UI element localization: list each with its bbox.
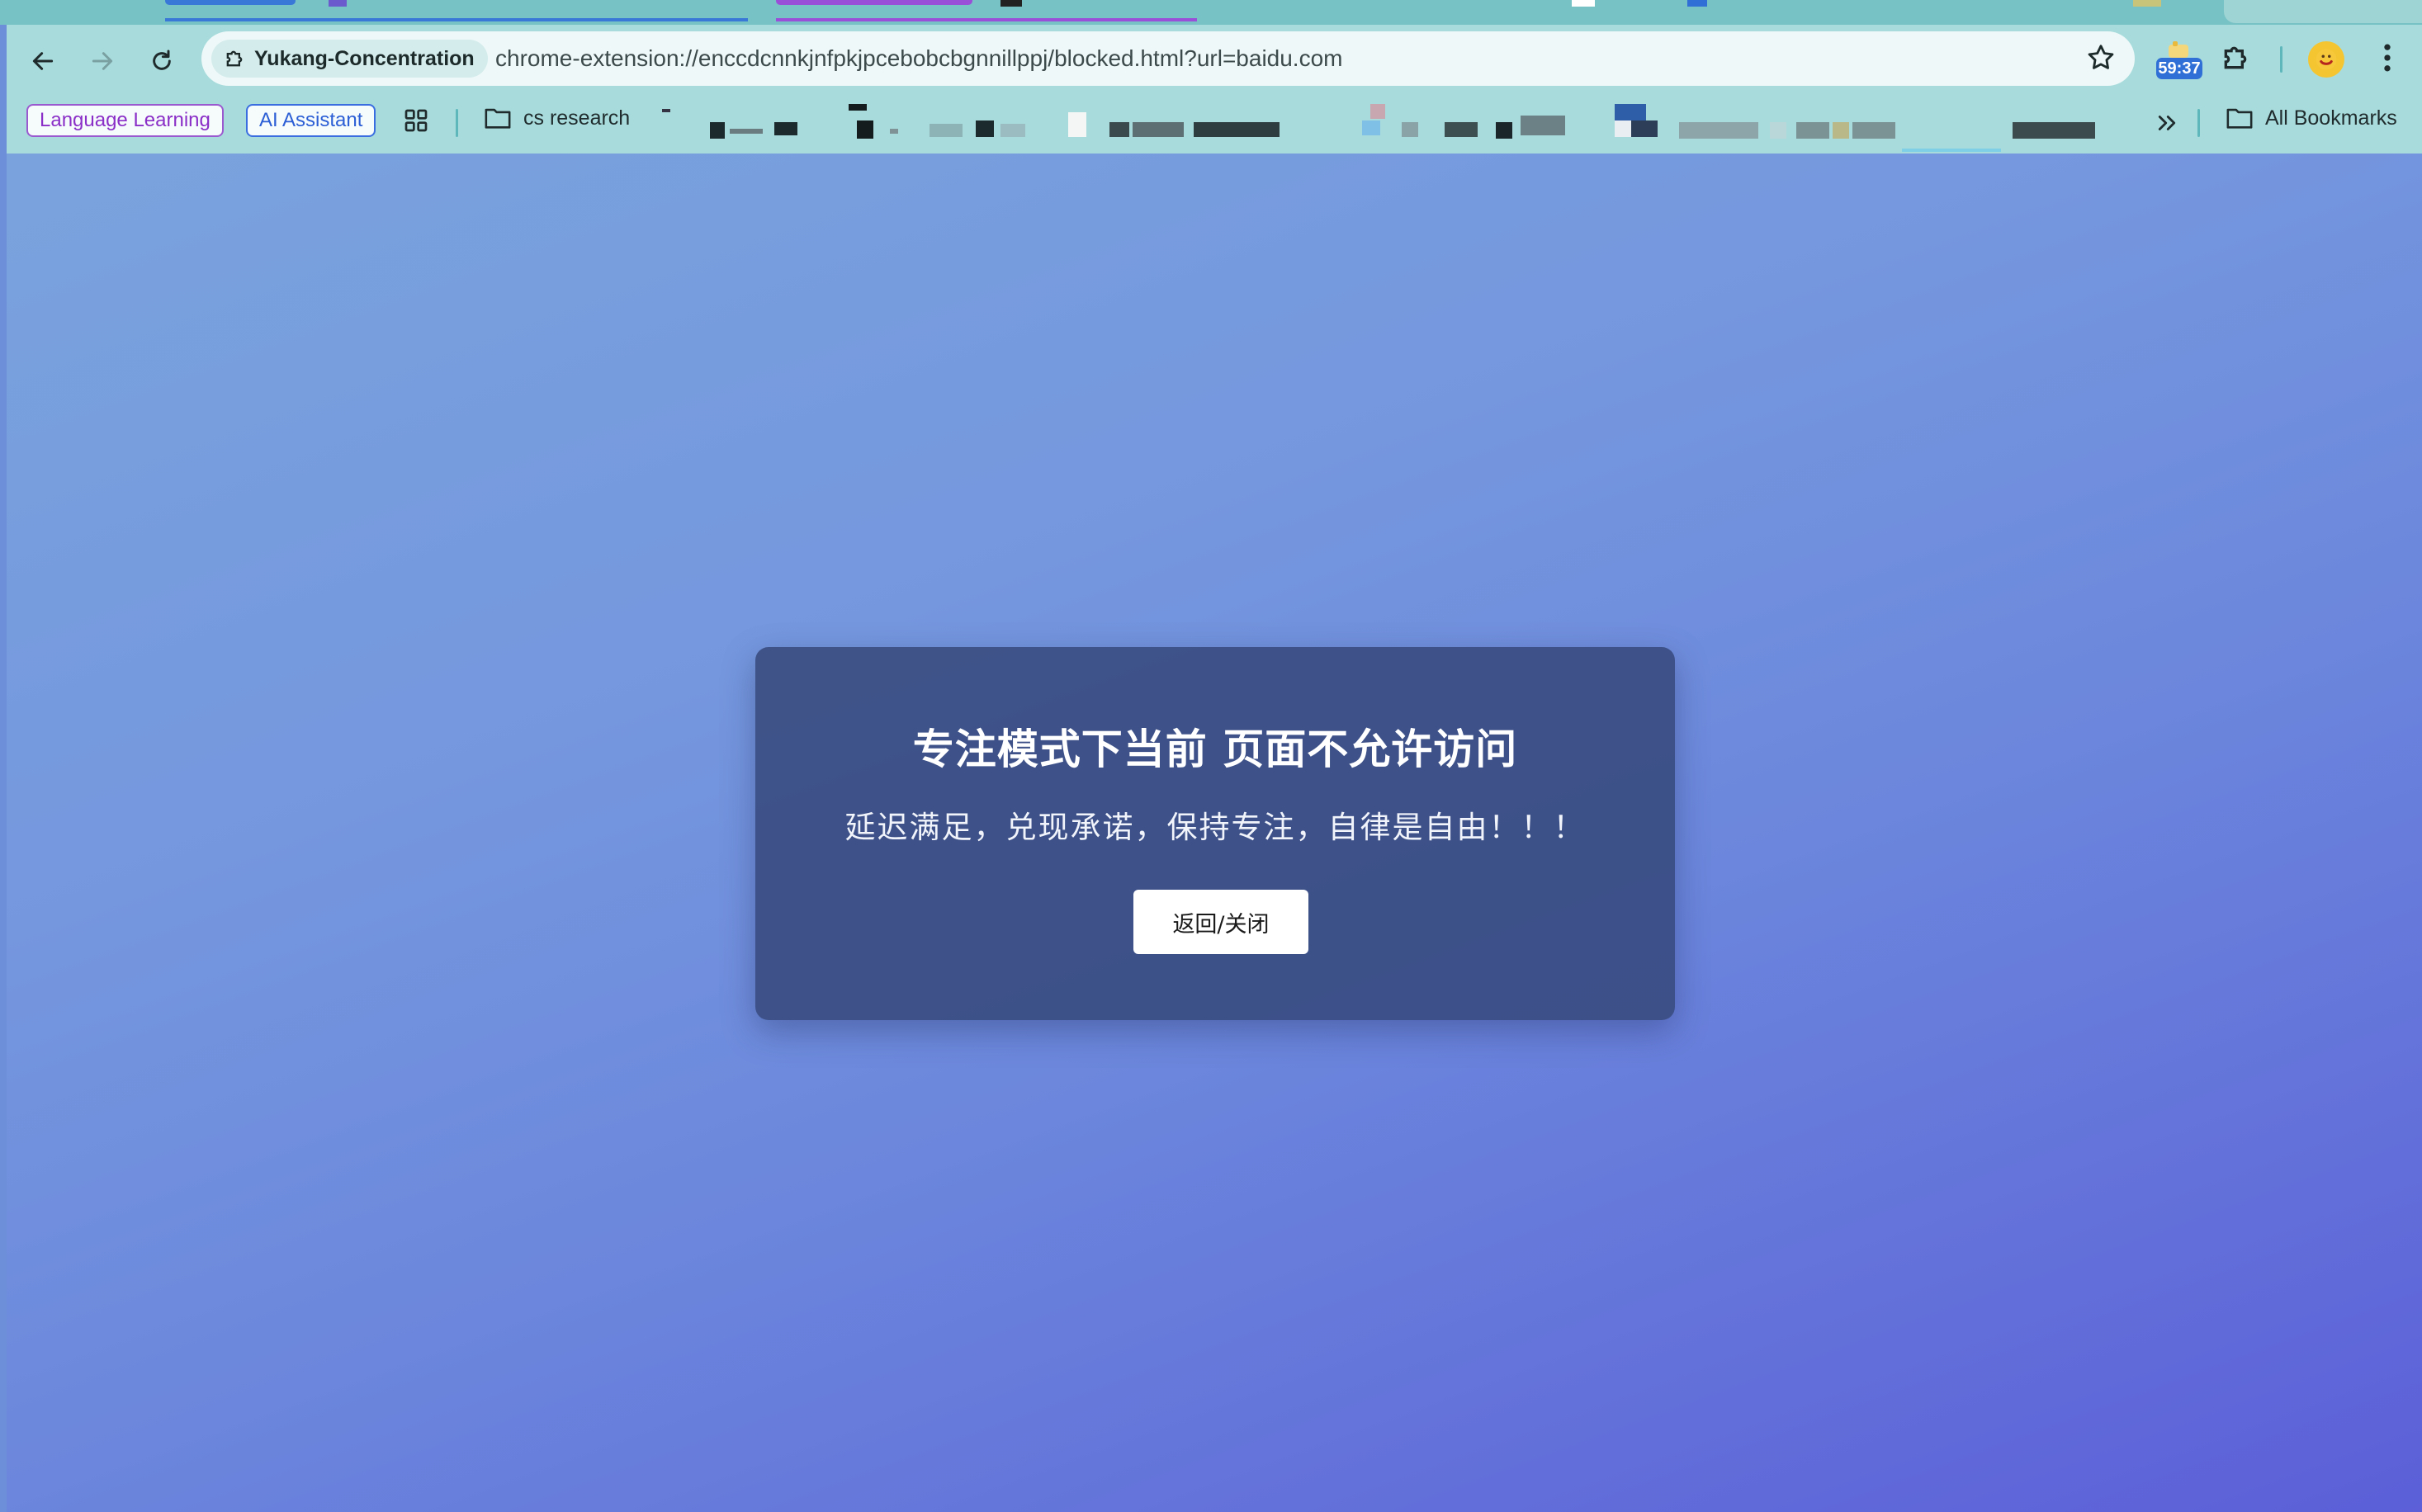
folder-icon [485,108,511,129]
tab-favicon [1000,0,1022,7]
site-chip-label: Yukang-Concentration [254,46,475,70]
folder-label: cs research [523,106,631,130]
all-bookmarks-button[interactable]: All Bookmarks [2226,106,2397,130]
bookmark-folder-cs-research[interactable]: cs research [484,106,630,130]
tab-group-underline-blue [165,18,748,21]
tab-favicon [2133,0,2161,7]
blur-block [2013,122,2095,139]
timer-badge: 59:37 [2156,58,2202,79]
focus-timer-extension[interactable]: 59:37 [2153,40,2202,84]
blur-block [1496,122,1512,139]
tab-favicon [1572,0,1595,7]
bookmark-language-learning[interactable]: Language Learning [26,104,224,137]
bookmark-ai-assistant[interactable]: AI Assistant [246,104,376,137]
blur-block [1402,122,1418,137]
all-bookmarks-label: All Bookmarks [2265,106,2397,130]
blocked-message-card: 专注模式下当前 页面不允许访问 延迟满足，兑现承诺，保持专注，自律是自由！！！ … [755,647,1675,1020]
arrow-left-icon [32,52,54,70]
bookmark-highlight-underline [1902,149,2001,152]
blur-block [1615,120,1631,137]
back-close-button[interactable]: 返回/关闭 [1133,890,1308,954]
blur-block [1370,104,1385,119]
blur-block [1109,122,1129,137]
blur-block [710,122,725,139]
forward-button[interactable] [83,41,122,81]
blur-block [1133,122,1184,137]
tab-strip[interactable] [0,0,2422,25]
site-info-chip[interactable]: Yukang-Concentration [211,40,488,78]
tab-group-underline-purple [776,18,1197,21]
folder-icon [2226,108,2253,129]
blur-block [662,109,670,112]
toolbar-divider [2280,46,2282,73]
blur-block [849,104,867,111]
kebab-menu-icon[interactable] [2372,40,2402,76]
blur-block [857,120,873,139]
blur-block [774,122,797,135]
active-tab-indicator [165,0,296,5]
reload-button[interactable] [142,41,182,81]
blur-block [1521,116,1565,135]
apps-grid-icon[interactable] [403,107,429,134]
blur-block [1000,124,1025,137]
profile-avatar[interactable] [2308,41,2344,78]
url-text[interactable]: chrome-extension://enccdcnnkjnfpkjpcebob… [495,45,1342,72]
blurred-bookmark-items[interactable] [659,104,2112,144]
arrow-right-icon [92,52,113,70]
blur-block [1796,122,1829,139]
blur-block [1631,120,1658,137]
back-button[interactable] [23,41,63,81]
extensions-icon[interactable] [2219,41,2252,74]
blur-block [1194,122,1280,137]
tab-right-edge [2224,0,2422,23]
bookmark-star-icon[interactable] [2085,42,2117,73]
blur-block [1615,104,1646,120]
bookmarks-divider [456,109,458,137]
extension-puzzle-icon [226,50,243,67]
blur-block [1770,122,1786,139]
blur-block [1679,122,1758,139]
reload-icon [153,50,171,70]
blocked-title: 专注模式下当前 页面不允许访问 [912,725,1518,773]
blur-block [1852,122,1895,139]
browser-window: Yukang-Concentration chrome-extension://… [0,0,2422,1512]
avatar-emoji-icon [2316,49,2337,70]
blur-block [1068,112,1086,137]
blur-block [1362,120,1380,135]
double-chevron-right-icon[interactable] [2155,111,2179,135]
blur-block [1445,122,1478,137]
tab-group-chip-purple[interactable] [776,0,972,5]
blur-block [890,129,898,134]
bookmarks-bar: Language Learning AI Assistant cs resear… [7,94,2422,154]
bookmarks-divider [2197,109,2200,137]
blocked-subtitle: 延迟满足，兑现承诺，保持专注，自律是自由！！！ [844,810,1586,845]
tab-favicon [1687,0,1707,7]
blur-block [730,129,763,134]
blur-block [930,124,963,137]
blocked-page: 专注模式下当前 页面不允许访问 延迟满足，兑现承诺，保持专注，自律是自由！！！ … [7,154,2422,1512]
blur-block [976,120,994,137]
tab-favicon [329,0,347,7]
blur-block [1833,122,1849,139]
address-bar[interactable]: Yukang-Concentration chrome-extension://… [201,31,2135,86]
